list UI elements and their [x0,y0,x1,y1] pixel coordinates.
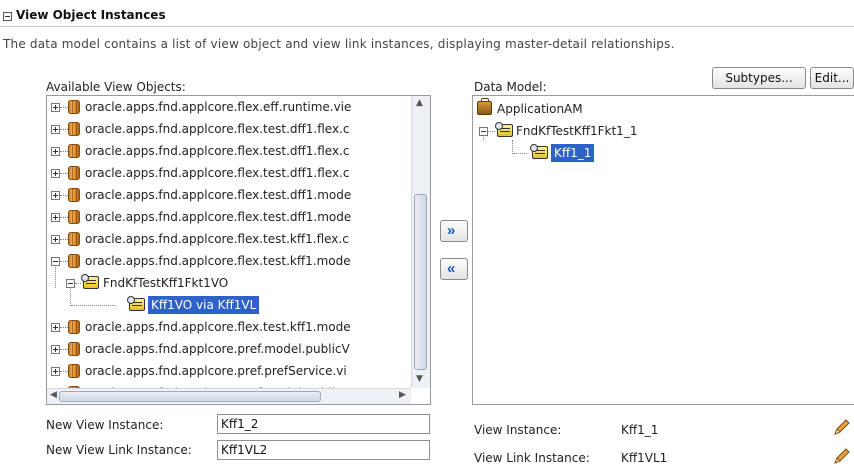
package-icon [68,166,80,180]
tree-connector [55,264,56,288]
tree-item-label: FndKfTestKff1Fkt1_1 [516,124,638,138]
new-view-link-instance-field[interactable] [217,440,430,460]
expand-icon[interactable] [51,213,60,222]
expand-icon[interactable] [51,147,60,156]
view-object-icon [495,122,513,137]
tree-item-label: oracle.apps.fnd.applcore.flex.test.kff1.… [85,320,351,334]
tree-connector [70,286,71,306]
horizontal-scrollbar[interactable]: ◀ ▶ [47,388,411,404]
tree-connector [60,107,68,108]
collapse-icon[interactable] [479,127,488,136]
expand-icon[interactable] [51,345,60,354]
new-view-instance-field[interactable] [217,414,430,434]
package-icon [68,364,80,378]
view-link-instance-value: Kff1VL1 [621,451,668,465]
add-to-data-model-button[interactable]: » [440,220,468,242]
tree-connector [60,371,68,372]
horizontal-scroll-thumb[interactable] [59,391,321,402]
tree-item-label: oracle.apps.fnd.applcore.flex.eff.runtim… [85,100,352,114]
view-link-instance-label: View Link Instance: [474,451,590,465]
collapse-section-icon[interactable] [3,12,12,21]
subtypes-button[interactable]: Subtypes... [712,67,806,89]
tree-item-label: oracle.apps.fnd.applcore.pref.model.publ… [85,342,350,356]
scroll-left-icon[interactable]: ◀ [50,390,57,400]
tree-item-label: oracle.apps.fnd.applcore.flex.test.dff1.… [85,188,352,202]
tree-connector [513,153,527,154]
section-description: The data model contains a list of view o… [3,37,675,51]
tree-item-label: FndKfTestKff1Fkt1VO [103,276,229,290]
package-icon [68,100,80,114]
expand-icon[interactable] [51,169,60,178]
package-icon [68,320,80,334]
view-object-icon [127,296,145,311]
tree-connector [60,327,68,328]
package-icon [68,144,80,158]
data-model-tree[interactable]: ApplicationAM FndKfTestKff1Fkt1_1 Kff1_1 [472,95,854,405]
package-icon [68,122,80,136]
tree-item-label-selected: Kff1_1 [551,144,595,162]
scroll-down-icon[interactable]: ▼ [416,374,423,384]
tree-item-label: oracle.apps.fnd.applcore.flex.test.dff1.… [85,210,352,224]
tree-item-label: oracle.apps.fnd.applcore.flex.test.kff1.… [85,232,349,246]
section-divider [0,26,854,27]
view-object-icon [81,274,99,289]
application-module-icon [477,98,492,115]
scroll-up-icon[interactable]: ▲ [416,98,423,108]
tree-connector [60,217,68,218]
package-icon [68,210,80,224]
tree-connector [60,173,68,174]
available-view-objects-tree[interactable]: oracle.apps.fnd.applcore.flex.eff.runtim… [46,95,431,405]
collapse-icon[interactable] [51,257,60,266]
edit-button[interactable]: Edit... [810,67,854,89]
new-view-instance-label: New View Instance: [46,418,164,432]
tree-connector [60,129,68,130]
tree-connector [488,131,495,132]
tree-item-label: oracle.apps.fnd.applcore.flex.test.kff1.… [85,254,351,268]
expand-icon[interactable] [51,103,60,112]
new-view-link-instance-label: New View Link Instance: [46,443,192,457]
pencil-icon[interactable] [832,417,852,437]
tree-connector [60,151,68,152]
remove-from-data-model-button[interactable]: « [440,258,468,280]
collapse-icon[interactable] [66,279,75,288]
tree-item-label: oracle.apps.fnd.applcore.flex.test.dff1.… [85,166,350,180]
view-instance-value: Kff1_1 [621,423,659,437]
package-icon [68,254,80,268]
expand-icon[interactable] [51,191,60,200]
vertical-scrollbar[interactable]: ▲ ▼ [411,96,430,388]
tree-item-label: oracle.apps.fnd.applcore.flex.test.dff1.… [85,122,350,136]
pencil-icon[interactable] [832,446,852,466]
view-instance-label: View Instance: [474,423,562,437]
expand-icon[interactable] [51,323,60,332]
double-left-arrow-icon: « [447,260,456,277]
double-right-arrow-icon: » [447,222,456,239]
tree-connector [60,195,68,196]
expand-icon[interactable] [51,367,60,376]
available-view-objects-label: Available View Objects: [46,80,186,94]
tree-item-label-selected: Kff1VO via Kff1VL [148,296,260,314]
vertical-scroll-thumb[interactable] [414,194,427,370]
expand-icon[interactable] [51,235,60,244]
section-title: View Object Instances [16,8,166,22]
tree-connector [60,239,68,240]
tree-connector [512,140,513,154]
expand-icon[interactable] [51,125,60,134]
view-object-icon [530,144,548,159]
package-icon [68,232,80,246]
scroll-right-icon[interactable]: ▶ [399,390,406,400]
tree-item-label: ApplicationAM [497,102,583,116]
tree-connector [71,305,115,306]
tree-connector [60,261,68,262]
tree-item-label: oracle.apps.fnd.applcore.pref.prefServic… [85,364,347,378]
package-icon [68,342,80,356]
tree-connector [75,283,81,284]
tree-item-label: oracle.apps.fnd.applcore.flex.test.dff1.… [85,144,350,158]
package-icon [68,188,80,202]
tree-connector [60,349,68,350]
data-model-label: Data Model: [474,80,547,94]
